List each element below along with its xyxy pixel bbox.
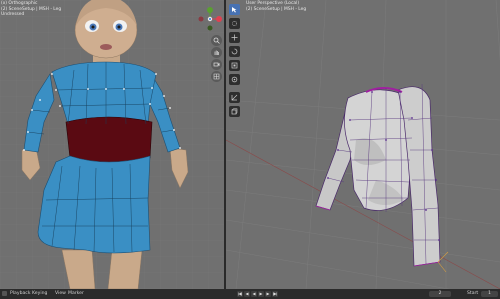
play-reverse-icon[interactable] [251, 290, 257, 297]
right-viewport[interactable]: User Perspective (Local) (2) SceneSetup … [226, 0, 500, 289]
annotate-icon[interactable] [229, 74, 240, 85]
menu-marker[interactable]: Marker [68, 291, 84, 296]
start-label: Start [467, 291, 479, 296]
jump-start-icon[interactable] [237, 290, 243, 297]
rotate-icon[interactable] [229, 32, 240, 43]
menu-view[interactable]: View [55, 291, 66, 296]
grid-icon[interactable] [211, 71, 222, 82]
add-cube-icon[interactable] [229, 106, 240, 117]
play-icon[interactable] [258, 290, 264, 297]
jump-end-icon[interactable] [272, 290, 278, 297]
next-key-icon[interactable] [265, 290, 271, 297]
camera-icon[interactable] [211, 59, 222, 70]
select-cursor-icon[interactable] [229, 4, 240, 15]
menu-playback[interactable]: Playback [10, 291, 31, 296]
editor-type-icon[interactable] [2, 291, 7, 296]
measure-icon[interactable] [229, 92, 240, 103]
navigation-gizmo-icon[interactable] [197, 6, 223, 32]
scale-icon[interactable] [229, 46, 240, 57]
character-model[interactable] [0, 0, 224, 289]
current-frame-field[interactable]: 2 [429, 290, 451, 297]
pan-hand-icon[interactable] [211, 47, 222, 58]
right-collection-label: (2) SceneSetup | MSH - Leg [246, 6, 307, 12]
sleeve-mesh-model[interactable] [226, 0, 500, 289]
transform-icon[interactable] [229, 60, 240, 71]
timeline-bar: Playback Keying View Marker 2 Start 1 [0, 289, 500, 299]
start-frame-field[interactable]: 1 [481, 290, 498, 297]
move-icon[interactable] [229, 18, 240, 29]
left-viewport[interactable]: (x) Orthographic (2) SceneSetup | MSH - … [0, 0, 224, 289]
prev-key-icon[interactable] [244, 290, 250, 297]
menu-keying[interactable]: Keying [32, 291, 47, 296]
zoom-icon[interactable] [211, 35, 222, 46]
left-object-label: Undressed [1, 12, 25, 17]
